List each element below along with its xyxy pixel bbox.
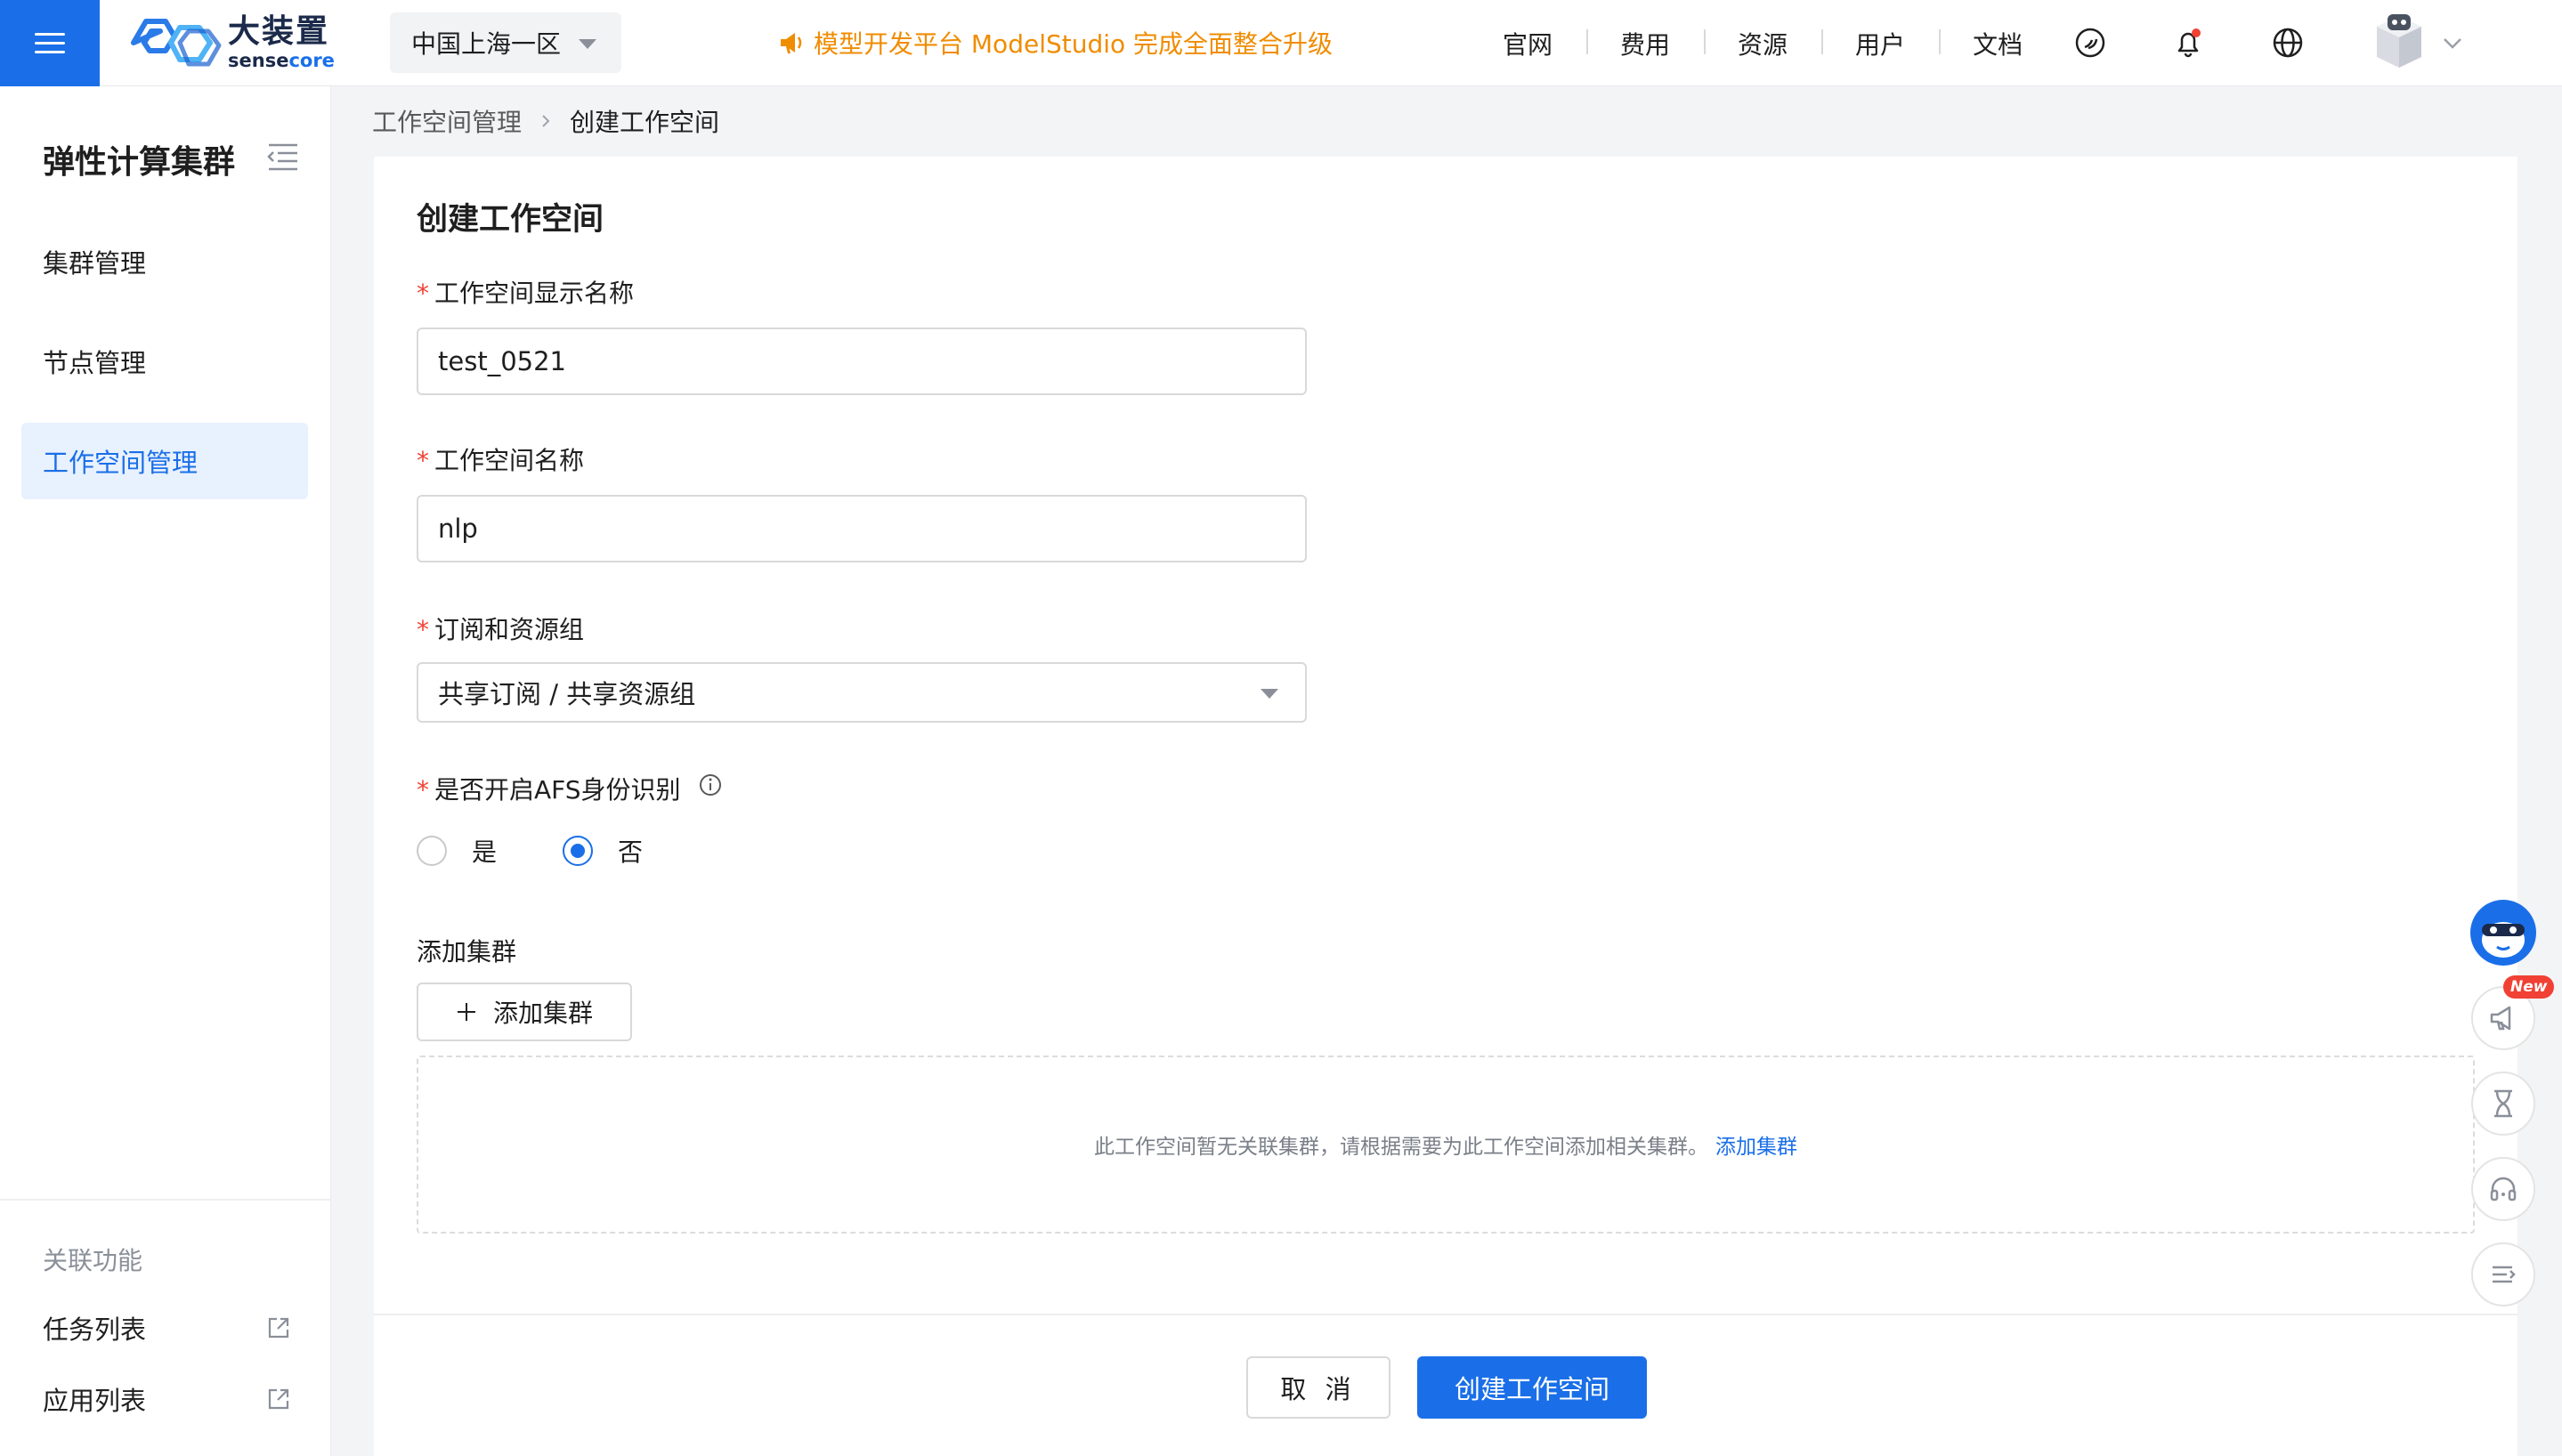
chevron-right-icon <box>542 115 550 127</box>
radio-button[interactable] <box>563 836 593 866</box>
related-features-heading: 关联功能 <box>43 1246 143 1275</box>
hourglass-icon <box>2494 1089 2512 1118</box>
form-footer: 取 消 创建工作空间 <box>374 1314 2517 1456</box>
create-workspace-button[interactable]: 创建工作空间 <box>1417 1356 1647 1419</box>
cancel-button[interactable]: 取 消 <box>1246 1356 1390 1419</box>
page-title: 创建工作空间 <box>417 202 604 238</box>
assistant-bot-icon[interactable] <box>2468 897 2539 968</box>
subscription-label: * 订阅和资源组 <box>417 615 585 644</box>
megaphone-icon <box>781 33 802 53</box>
announcement-text: 模型开发平台 ModelStudio 完成全面整合升级 <box>814 29 1334 59</box>
clusters-empty-state: 此工作空间暂无关联集群，请根据需要为此工作空间添加相关集群。 添加集群 <box>417 1056 2475 1234</box>
create-workspace-form: 创建工作空间 *工作空间显示名称 *工作空间名称 *订阅和资源组 共享订阅 / … <box>374 157 2517 1314</box>
nav-resources[interactable]: 资源 <box>1704 26 1821 61</box>
nav-official-site[interactable]: 官网 <box>1469 26 1586 61</box>
nav-billing[interactable]: 费用 <box>1586 26 1704 61</box>
display-name-input[interactable] <box>417 328 1307 395</box>
sensecore-logo-icon <box>131 19 222 67</box>
hamburger-icon <box>35 32 65 54</box>
workspace-name-label: * 工作空间名称 <box>417 446 585 475</box>
external-link-icon <box>268 1388 289 1410</box>
megaphone-icon <box>2490 1006 2511 1031</box>
sidebar-link-task-list[interactable]: 任务列表 <box>43 1306 292 1350</box>
caret-down-icon <box>579 39 596 49</box>
sidebar-link-app-list[interactable]: 应用列表 <box>43 1377 292 1421</box>
radio-button[interactable] <box>417 836 447 866</box>
breadcrumb-parent[interactable]: 工作空间管理 <box>372 103 522 139</box>
nav-users[interactable]: 用户 <box>1821 26 1939 61</box>
afs-radio-yes[interactable]: 是 <box>417 833 497 869</box>
add-cluster-label: 添加集群 <box>492 999 593 1028</box>
sidebar-item-nodes[interactable]: 节点管理 <box>21 323 308 400</box>
avatar[interactable] <box>2371 11 2427 71</box>
breadcrumb-current: 创建工作空间 <box>570 108 720 137</box>
chevron-down-icon[interactable] <box>2441 34 2464 52</box>
afs-label: * 是否开启AFS身份识别 <box>417 775 681 805</box>
sidebar-divider <box>0 1199 331 1201</box>
subscription-value: 共享订阅 / 共享资源组 <box>438 679 696 709</box>
breadcrumb: 工作空间管理 创建工作空间 <box>372 103 719 139</box>
sidebar-item-label: 节点管理 <box>43 348 147 378</box>
empty-state-text: 此工作空间暂无关联集群，请根据需要为此工作空间添加相关集群。 <box>1094 1136 1708 1159</box>
collapse-panel-icon <box>2493 1266 2516 1283</box>
sidebar-item-label: 工作空间管理 <box>43 448 199 478</box>
logo-title: 大装置 <box>228 12 330 50</box>
workspace-name-input[interactable] <box>417 495 1307 562</box>
info-icon[interactable] <box>698 772 723 797</box>
sidebar-link-label: 应用列表 <box>43 1386 147 1416</box>
nav-docs[interactable]: 文档 <box>1939 26 2056 61</box>
announcement-link[interactable]: 模型开发平台 ModelStudio 完成全面整合升级 <box>776 23 1333 62</box>
new-badge: New <box>2503 975 2555 999</box>
afs-radio-no[interactable]: 否 <box>563 833 643 869</box>
region-selector[interactable]: 中国上海一区 <box>390 12 621 73</box>
headset-icon <box>2490 1177 2517 1201</box>
sidebar-item-label: 集群管理 <box>43 248 147 279</box>
clusters-label: 添加集群 <box>417 937 517 967</box>
logo[interactable]: 大装置 sensecore <box>130 12 335 73</box>
subscription-select[interactable]: 共享订阅 / 共享资源组 <box>417 662 1307 723</box>
radio-label: 是 <box>472 837 498 867</box>
add-cluster-button[interactable]: 添加集群 <box>417 983 632 1041</box>
empty-state-add-cluster-link[interactable]: 添加集群 <box>1715 1129 1797 1160</box>
display-name-label: * 工作空间显示名称 <box>417 279 635 308</box>
sidebar-item-clusters[interactable]: 集群管理 <box>21 223 308 300</box>
history-button[interactable] <box>2471 1072 2535 1136</box>
top-bar: 大装置 sensecore 中国上海一区 模型开发平台 ModelStudio … <box>0 0 2562 86</box>
menu-button[interactable] <box>0 0 100 86</box>
bell-icon[interactable] <box>2169 23 2208 62</box>
caret-down-icon <box>1261 689 1278 699</box>
plus-icon <box>457 1003 475 1021</box>
collapse-tools-button[interactable] <box>2471 1242 2535 1306</box>
sidebar-title: 弹性计算集群 <box>43 144 236 181</box>
top-nav: 官网 费用 资源 用户 文档 <box>1469 0 2056 86</box>
sensecore-link-icon[interactable] <box>2071 23 2110 62</box>
sidebar-link-label: 任务列表 <box>43 1314 147 1345</box>
external-link-icon <box>268 1317 289 1339</box>
radio-label: 否 <box>618 837 644 867</box>
sidebar-item-workspaces[interactable]: 工作空间管理 <box>21 423 308 499</box>
sidebar: 弹性计算集群 集群管理 节点管理 工作空间管理 关联功能 任务列表 应用列表 <box>0 86 331 1456</box>
logo-subtitle: sensecore <box>228 49 335 71</box>
region-label: 中国上海一区 <box>411 29 562 59</box>
globe-icon[interactable] <box>2268 23 2307 62</box>
collapse-menu-icon[interactable] <box>265 142 301 172</box>
support-button[interactable] <box>2471 1157 2535 1221</box>
